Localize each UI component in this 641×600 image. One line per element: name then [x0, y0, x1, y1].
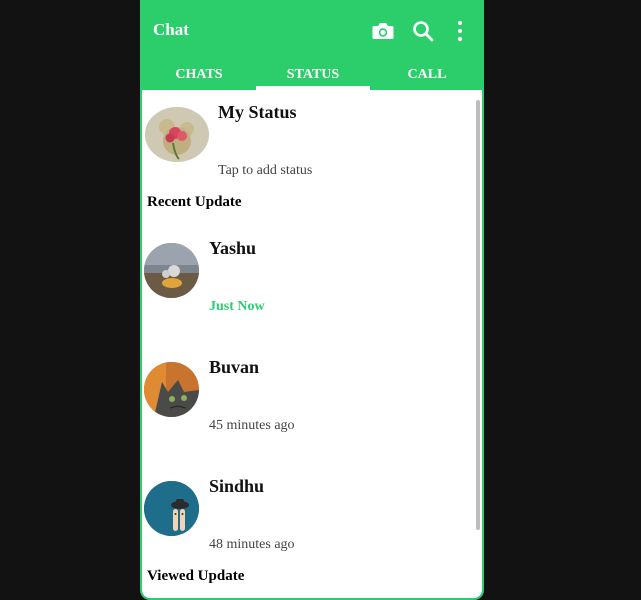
status-time: Just Now	[209, 299, 265, 314]
contact-avatar	[144, 243, 199, 298]
viewed-update-header: Viewed Update	[147, 568, 245, 584]
contact-name: Buvan	[209, 357, 260, 377]
my-status-title: My Status	[218, 102, 297, 122]
status-time: 45 minutes ago	[209, 418, 295, 433]
my-status-avatar	[145, 107, 209, 162]
scrollbar[interactable]	[476, 100, 480, 530]
more-vertical-icon[interactable]	[452, 18, 468, 44]
app-bar: Chat CHATS STATUS CALL	[142, 0, 482, 90]
contact-avatar	[144, 362, 199, 417]
tab-call[interactable]: CALL	[370, 67, 482, 87]
search-icon[interactable]	[410, 18, 436, 44]
contact-name: Yashu	[209, 238, 257, 258]
app-title: Chat	[153, 20, 189, 39]
my-status-hint: Tap to add status	[218, 163, 313, 178]
phone-frame: Chat CHATS STATUS CALL My Status Tap to …	[140, 0, 484, 600]
contact-avatar	[144, 481, 199, 536]
status-list[interactable]: My Status Tap to add status Recent Updat…	[142, 90, 480, 598]
tab-status[interactable]: STATUS	[256, 67, 370, 87]
contact-name: Sindhu	[209, 476, 265, 496]
status-time: 48 minutes ago	[209, 537, 295, 552]
camera-icon[interactable]	[370, 18, 396, 44]
recent-update-header: Recent Update	[147, 194, 242, 210]
tab-chats[interactable]: CHATS	[142, 67, 256, 87]
